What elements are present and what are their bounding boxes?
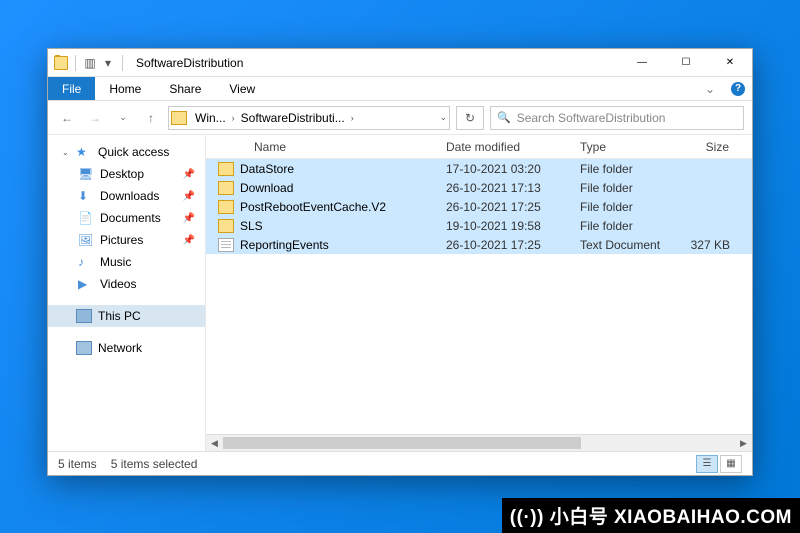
tab-view[interactable]: View: [215, 77, 269, 100]
file-type: File folder: [572, 200, 678, 214]
sidebar-item-downloads[interactable]: ⬇ Downloads 📌: [48, 185, 205, 207]
chevron-right-icon[interactable]: ›: [349, 113, 356, 123]
close-button[interactable]: ✕: [708, 49, 752, 77]
file-name: Download: [240, 181, 293, 195]
selected-count: 5 items selected: [111, 457, 198, 471]
sidebar-item-this-pc[interactable]: › This PC: [48, 305, 205, 327]
search-icon: 🔍: [497, 111, 511, 124]
properties-icon[interactable]: ▥: [83, 56, 97, 70]
scrollbar-thumb[interactable]: [223, 437, 581, 449]
minimize-button[interactable]: —: [620, 49, 664, 77]
pin-icon: 📌: [183, 213, 195, 224]
sidebar-item-desktop[interactable]: 🖥 Desktop 📌: [48, 163, 205, 185]
new-folder-icon[interactable]: ▾: [101, 56, 115, 70]
refresh-button[interactable]: ↻: [456, 106, 484, 130]
file-rows: DataStore17-10-2021 03:20File folderDown…: [206, 159, 752, 434]
text-file-icon: [218, 238, 234, 252]
sidebar-item-videos[interactable]: ▶ Videos: [48, 273, 205, 295]
breadcrumb-seg[interactable]: Win...: [191, 111, 230, 125]
pin-icon: 📌: [183, 191, 195, 202]
sidebar-item-documents[interactable]: 📄 Documents 📌: [48, 207, 205, 229]
large-icons-view-button[interactable]: ▦: [720, 455, 742, 473]
music-icon: ♪: [78, 255, 94, 269]
tab-file[interactable]: File: [48, 77, 95, 100]
column-type[interactable]: Type: [572, 140, 678, 154]
file-name: PostRebootEventCache.V2: [240, 200, 386, 214]
file-name: DataStore: [240, 162, 294, 176]
file-list: Name Date modified Type Size DataStore 17…: [206, 135, 752, 451]
chevron-down-icon[interactable]: ⌄: [62, 148, 70, 157]
document-icon: 📄: [78, 211, 94, 225]
video-icon: ▶: [78, 277, 94, 291]
sidebar-item-pictures[interactable]: 🖼 Pictures 📌: [48, 229, 205, 251]
address-bar-row: ← → ⌄ ↑ Win... › SoftwareDistributi... ›…: [48, 101, 752, 135]
ribbon-expand-icon[interactable]: ⌄: [696, 77, 724, 100]
file-row[interactable]: DataStore 17-10-2021 03:20File folder: [206, 159, 752, 178]
folder-icon: [218, 162, 234, 176]
file-size: 327 KB: [678, 238, 740, 252]
watermark: ((·)) 小白号 XIAOBAIHAO.COM: [502, 498, 800, 533]
recent-dropdown-icon[interactable]: ⌄: [112, 107, 134, 129]
search-input[interactable]: 🔍 Search SoftwareDistribution: [490, 106, 744, 130]
column-headers: Name Date modified Type Size: [206, 135, 752, 159]
file-type: File folder: [572, 181, 678, 195]
file-name: SLS: [240, 219, 263, 233]
tab-home[interactable]: Home: [95, 77, 155, 100]
item-count: 5 items: [58, 457, 97, 471]
forward-button[interactable]: →: [84, 107, 106, 129]
file-row[interactable]: Download 26-10-2021 17:13File folder: [206, 178, 752, 197]
window-title: SoftwareDistribution: [136, 56, 243, 70]
file-name: ReportingEvents: [240, 238, 329, 252]
pictures-icon: 🖼: [78, 233, 94, 247]
column-date[interactable]: Date modified: [438, 140, 572, 154]
folder-icon: [218, 181, 234, 195]
scroll-left-icon[interactable]: ◀: [206, 435, 223, 452]
folder-icon: [218, 200, 234, 214]
titlebar: ▥ ▾ SoftwareDistribution — ☐ ✕: [48, 49, 752, 77]
breadcrumb-seg[interactable]: SoftwareDistributi...: [237, 111, 349, 125]
help-icon: ?: [731, 82, 745, 96]
ribbon-tabs: File Home Share View ⌄ ?: [48, 77, 752, 101]
pin-icon: 📌: [183, 169, 195, 180]
up-button[interactable]: ↑: [140, 107, 162, 129]
navigation-pane: ⌄ ★ Quick access 🖥 Desktop 📌 ⬇ Downloads…: [48, 135, 206, 451]
status-bar: 5 items 5 items selected ☰ ▦: [48, 451, 752, 475]
help-button[interactable]: ?: [724, 77, 752, 100]
file-type: Text Document: [572, 238, 678, 252]
sidebar-item-network[interactable]: › Network: [48, 337, 205, 359]
explorer-window: ▥ ▾ SoftwareDistribution — ☐ ✕ File Home…: [47, 48, 753, 476]
scroll-right-icon[interactable]: ▶: [735, 435, 752, 452]
horizontal-scrollbar[interactable]: ◀ ▶: [206, 434, 752, 451]
star-icon: ★: [76, 145, 92, 159]
folder-icon: [218, 219, 234, 233]
column-size[interactable]: Size: [678, 140, 740, 154]
maximize-button[interactable]: ☐: [664, 49, 708, 77]
file-row[interactable]: ReportingEvents 26-10-2021 17:25Text Docu…: [206, 235, 752, 254]
file-type: File folder: [572, 162, 678, 176]
folder-icon: [171, 111, 187, 125]
column-name[interactable]: Name: [206, 140, 438, 154]
network-icon: [76, 341, 92, 355]
download-icon: ⬇: [78, 189, 94, 203]
sidebar-item-music[interactable]: ♪ Music: [48, 251, 205, 273]
file-date: 26-10-2021 17:25: [438, 200, 572, 214]
back-button[interactable]: ←: [56, 107, 78, 129]
file-date: 19-10-2021 19:58: [438, 219, 572, 233]
chevron-down-icon[interactable]: ⌄: [437, 112, 449, 123]
file-row[interactable]: PostRebootEventCache.V2 26-10-2021 17:25F…: [206, 197, 752, 216]
folder-icon: [54, 56, 68, 70]
file-date: 17-10-2021 03:20: [438, 162, 572, 176]
details-view-button[interactable]: ☰: [696, 455, 718, 473]
pc-icon: [76, 309, 92, 323]
file-type: File folder: [572, 219, 678, 233]
file-row[interactable]: SLS 19-10-2021 19:58File folder: [206, 216, 752, 235]
address-bar[interactable]: Win... › SoftwareDistributi... › ⌄: [168, 106, 450, 130]
tab-share[interactable]: Share: [155, 77, 215, 100]
pin-icon: 📌: [183, 235, 195, 246]
file-date: 26-10-2021 17:13: [438, 181, 572, 195]
chevron-right-icon[interactable]: ›: [230, 113, 237, 123]
sidebar-item-quick-access[interactable]: ⌄ ★ Quick access: [48, 141, 205, 163]
desktop-icon: 🖥: [78, 167, 94, 181]
file-date: 26-10-2021 17:25: [438, 238, 572, 252]
